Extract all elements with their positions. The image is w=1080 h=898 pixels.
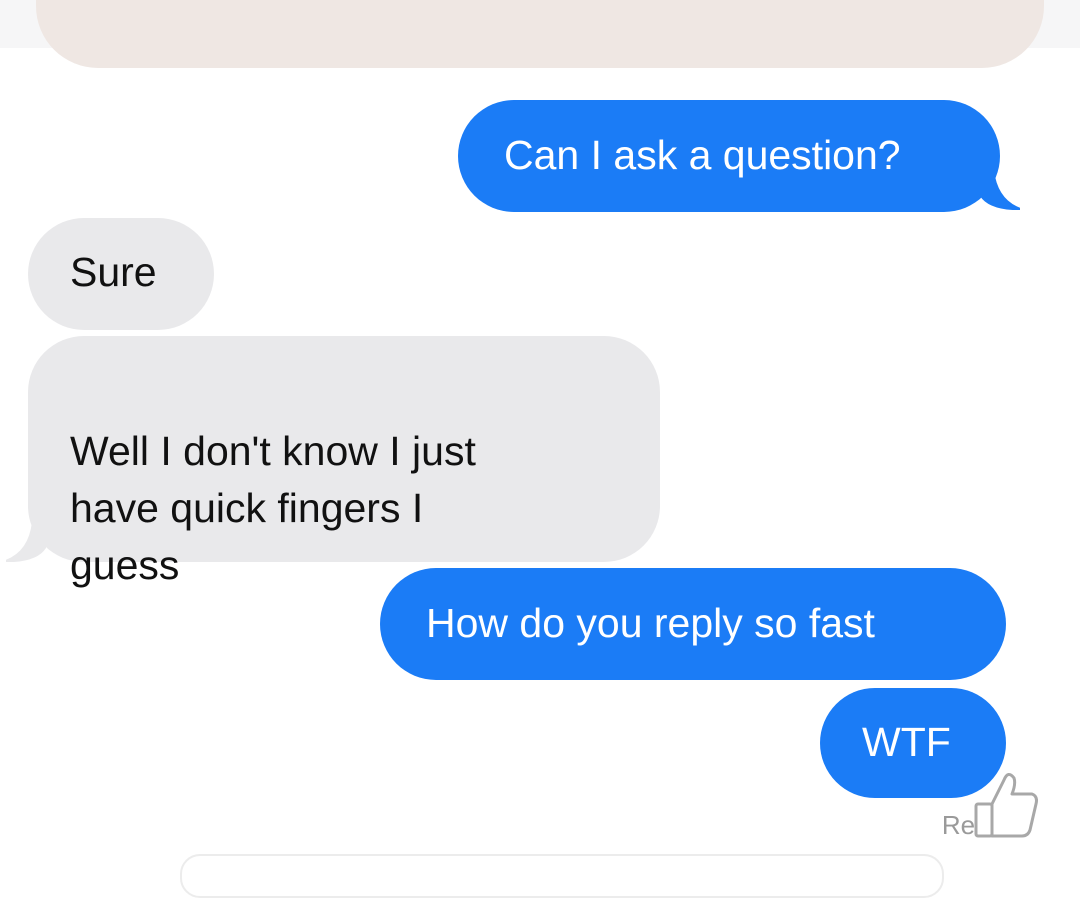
message-bubble-received[interactable]: Well I don't know I just have quick fing…: [28, 336, 660, 588]
message-text: How do you reply so fast: [426, 600, 875, 646]
read-receipt-row: Read: [878, 773, 1038, 844]
message-bubble-sent[interactable]: Can I ask a question?: [458, 100, 1000, 212]
thumbs-up-icon[interactable]: [968, 764, 1038, 840]
message-text: Can I ask a question?: [504, 132, 901, 178]
message-text: Sure: [70, 249, 157, 295]
message-bubble-sent[interactable]: How do you reply so fast: [380, 568, 1006, 680]
bubble-tail-sent: [980, 170, 1020, 210]
compose-bar-partial: [180, 854, 944, 898]
message-text: WTF: [862, 719, 951, 765]
bubble-tail-received: [6, 522, 46, 562]
message-thread: Can I ask a question? Sure Well I don't …: [0, 0, 1080, 864]
message-bubble-received[interactable]: Sure: [28, 218, 214, 330]
